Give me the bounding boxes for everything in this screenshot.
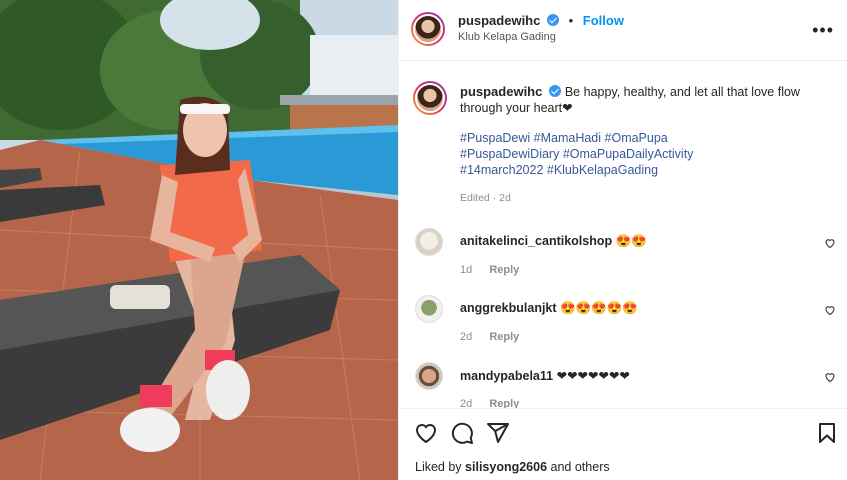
commenter-avatar[interactable] (415, 362, 443, 390)
author-username[interactable]: puspadewihc (458, 13, 540, 28)
comments-section[interactable]: puspadewihc Be happy, healthy, and let a… (399, 62, 847, 408)
commenter-avatar[interactable] (415, 228, 443, 256)
reply-button[interactable]: Reply (489, 264, 519, 276)
separator-dot: • (568, 13, 574, 28)
author-avatar[interactable] (411, 12, 445, 46)
liked-by-username[interactable]: silisyong2606 (465, 460, 547, 474)
comment-body: anitakelinci_cantikolshop 😍😍 (460, 234, 647, 249)
like-heart-icon[interactable] (414, 421, 438, 445)
share-paper-plane-icon[interactable] (486, 421, 510, 445)
comment-meta: 1d Reply (460, 264, 519, 276)
edited-timestamp: Edited · 2d (460, 192, 511, 204)
location-link[interactable]: Klub Kelapa Gading (458, 31, 624, 43)
commenter-username[interactable]: anggrekbulanjkt (460, 301, 557, 315)
hashtag-line[interactable]: #PuspaDewi #MamaHadi #OmaPupa (460, 130, 830, 146)
post-caption: puspadewihc Be happy, healthy, and let a… (460, 84, 830, 206)
likes-prefix: Liked by (415, 460, 462, 474)
like-comment-heart-icon[interactable] (824, 304, 836, 316)
comment-item: anggrekbulanjkt 😍😍😍😍😍 2d Reply (399, 295, 847, 351)
caption-hashtags: #PuspaDewi #MamaHadi #OmaPupa #PuspaDewi… (460, 130, 830, 178)
more-options-icon[interactable]: ••• (812, 20, 834, 41)
comment-body: mandypabela11 ❤❤❤❤❤❤❤ (460, 368, 630, 383)
comment-meta: 2d Reply (460, 398, 519, 408)
caption-author-avatar[interactable] (413, 81, 447, 115)
comment-body: anggrekbulanjkt 😍😍😍😍😍 (460, 301, 638, 316)
comment-meta: 2d Reply (460, 331, 519, 343)
hashtag-line[interactable]: #PuspaDewiDiary #OmaPupaDailyActivity (460, 146, 830, 162)
hashtag-line[interactable]: #14march2022 #KlubKelapaGading (460, 162, 830, 178)
commenter-username[interactable]: mandypabela11 (460, 369, 553, 383)
commenter-username[interactable]: anitakelinci_cantikolshop (460, 234, 612, 248)
reply-button[interactable]: Reply (489, 398, 519, 408)
verified-badge-icon (546, 14, 559, 26)
comment-time: 2d (460, 331, 473, 343)
like-comment-heart-icon[interactable] (824, 371, 836, 383)
comment-text: 😍😍😍😍😍 (560, 301, 638, 315)
likes-suffix[interactable]: and others (551, 460, 610, 474)
commenter-avatar[interactable] (415, 295, 443, 323)
post-photo-illustration (0, 0, 398, 480)
comment-bubble-icon[interactable] (450, 421, 474, 445)
likes-summary: Liked by silisyong2606 and others (415, 460, 610, 474)
comment-text: ❤❤❤❤❤❤❤ (556, 369, 630, 383)
caption-username[interactable]: puspadewihc (460, 84, 542, 99)
post-photo[interactable] (0, 0, 398, 480)
like-comment-heart-icon[interactable] (824, 237, 836, 249)
comment-time: 2d (460, 398, 473, 408)
comment-item: anitakelinci_cantikolshop 😍😍 1d Reply (399, 228, 847, 284)
post-side-panel: puspadewihc • Follow Klub Kelapa Gading … (398, 0, 847, 480)
comment-time: 1d (460, 264, 473, 276)
save-bookmark-icon[interactable] (815, 421, 839, 445)
verified-badge-icon (549, 85, 562, 97)
post-actions-bar: Liked by silisyong2606 and others (399, 408, 847, 480)
comment-item: mandypabela11 ❤❤❤❤❤❤❤ 2d Reply (399, 362, 847, 408)
reply-button[interactable]: Reply (489, 331, 519, 343)
post-header: puspadewihc • Follow Klub Kelapa Gading … (399, 0, 847, 61)
follow-button[interactable]: Follow (583, 13, 624, 28)
comment-text: 😍😍 (615, 234, 647, 248)
